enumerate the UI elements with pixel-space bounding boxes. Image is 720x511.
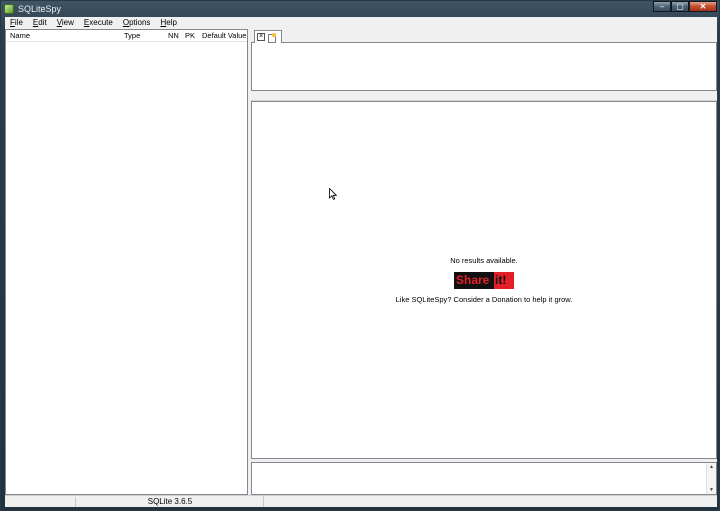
column-header-name[interactable]: Name [6, 30, 120, 41]
mouse-pointer-icon [329, 188, 337, 200]
schema-tree[interactable]: Name Type NN PK Default Value [5, 29, 248, 495]
sqlite-version: SQLite 3.6.5 [77, 496, 264, 507]
client-area: Name Type NN PK Default Value × No resul… [5, 29, 717, 495]
no-results-message: No results available. [450, 256, 518, 265]
shareit-logo-left: Share [454, 272, 494, 289]
editor-tabstrip: × [251, 29, 717, 43]
close-icon[interactable]: × [257, 33, 265, 41]
menu-view[interactable]: View [52, 17, 79, 29]
close-button[interactable]: ✕ [689, 1, 717, 12]
menu-execute[interactable]: Execute [79, 17, 118, 29]
app-window: SQLiteSpy – ▢ ✕ File Edit View Execute O… [0, 0, 720, 511]
menu-file[interactable]: File [5, 17, 28, 29]
column-header-default-value[interactable]: Default Value [198, 30, 247, 41]
menu-help[interactable]: Help [155, 17, 181, 29]
document-icon [267, 32, 276, 43]
message-pane[interactable]: ▲ ▼ [251, 462, 717, 495]
shareit-logo-right: it! [494, 272, 514, 289]
schema-column-header: Name Type NN PK Default Value [6, 30, 247, 42]
menu-edit[interactable]: Edit [28, 17, 52, 29]
sql-editor[interactable] [251, 43, 717, 91]
donation-text: Like SQLiteSpy? Consider a Donation to h… [395, 295, 573, 304]
maximize-button[interactable]: ▢ [671, 1, 689, 12]
right-pane: × No results available. Share it! Like S… [251, 29, 717, 495]
editor-tab[interactable]: × [254, 30, 282, 43]
column-header-pk[interactable]: PK [181, 30, 198, 41]
shareit-donate-logo[interactable]: Share it! [454, 272, 514, 289]
scroll-down-arrow-icon[interactable]: ▼ [707, 486, 716, 494]
title-bar[interactable]: SQLiteSpy – ▢ ✕ [1, 1, 719, 17]
scroll-up-arrow-icon[interactable]: ▲ [707, 463, 716, 471]
results-pane[interactable]: No results available. Share it! Like SQL… [251, 101, 717, 459]
message-pane-scrollbar[interactable]: ▲ ▼ [706, 463, 716, 494]
menu-options[interactable]: Options [118, 17, 156, 29]
column-header-nn[interactable]: NN [164, 30, 181, 41]
status-bar: SQLite 3.6.5 [5, 495, 717, 507]
window-title: SQLiteSpy [18, 4, 62, 14]
column-header-type[interactable]: Type [120, 30, 164, 41]
status-cell-empty [5, 497, 76, 507]
horizontal-splitter[interactable] [251, 91, 717, 101]
caption-buttons: – ▢ ✕ [653, 1, 717, 12]
minimize-button[interactable]: – [653, 1, 671, 12]
sqlitespy-app-icon[interactable] [4, 4, 14, 14]
menu-bar: File Edit View Execute Options Help [5, 17, 717, 29]
